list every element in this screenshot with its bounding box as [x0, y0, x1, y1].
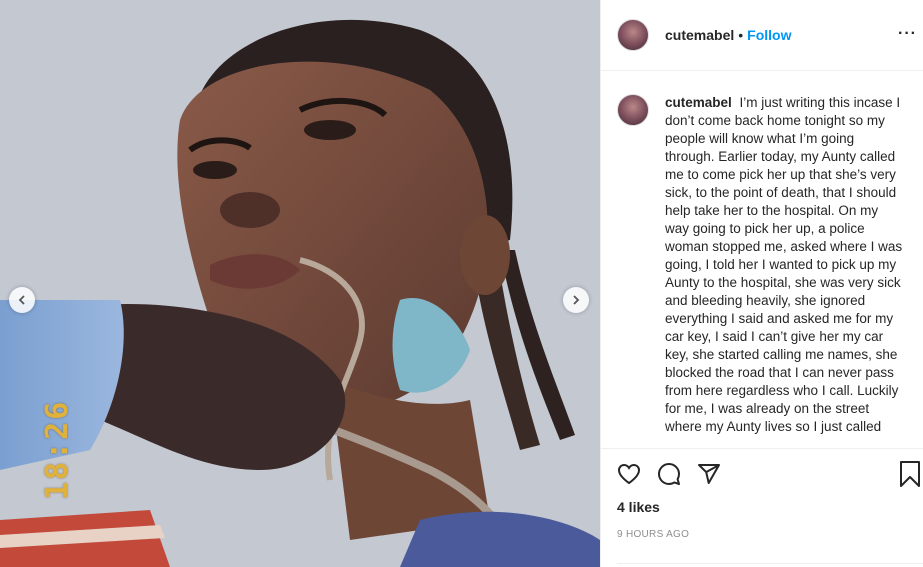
separator-dot: •: [738, 27, 744, 43]
comments-area[interactable]: cutemabel I’m just writing this incase I…: [601, 72, 923, 448]
post-media[interactable]: 18:26: [0, 0, 600, 567]
caption-username[interactable]: cutemabel: [665, 95, 732, 110]
chevron-right-icon: [573, 295, 580, 305]
paper-plane-icon[interactable]: [697, 462, 721, 486]
next-slide-button[interactable]: [563, 287, 589, 313]
post-header: cutemabel • Follow ···: [601, 0, 923, 71]
post-photo: [0, 0, 600, 567]
post-actions: 4 likes 9 HOURS AGO: [601, 448, 923, 567]
likes-count[interactable]: 4 likes: [601, 499, 923, 515]
caption-text: cutemabel I’m just writing this incase I…: [665, 94, 905, 436]
caption-avatar[interactable]: [617, 94, 649, 126]
timestamp-overlay: 18:26: [40, 399, 75, 500]
comment-icon[interactable]: [657, 462, 681, 486]
caption-row: cutemabel I’m just writing this incase I…: [601, 72, 923, 436]
action-icons-row: [601, 449, 923, 499]
add-comment-bar[interactable]: [617, 563, 923, 567]
caption-body: I’m just writing this incase I don’t com…: [665, 95, 903, 434]
avatar[interactable]: [617, 19, 649, 51]
previous-slide-button[interactable]: [9, 287, 35, 313]
more-options-button[interactable]: ···: [898, 25, 917, 43]
heart-icon[interactable]: [617, 462, 641, 486]
post-time[interactable]: 9 HOURS AGO: [601, 529, 923, 540]
chevron-left-icon: [18, 295, 25, 305]
follow-button[interactable]: Follow: [747, 27, 791, 43]
post-panel: cutemabel • Follow ··· cutemabel I’m jus…: [600, 0, 923, 567]
bookmark-icon[interactable]: [898, 461, 922, 487]
header-username[interactable]: cutemabel: [665, 27, 734, 43]
